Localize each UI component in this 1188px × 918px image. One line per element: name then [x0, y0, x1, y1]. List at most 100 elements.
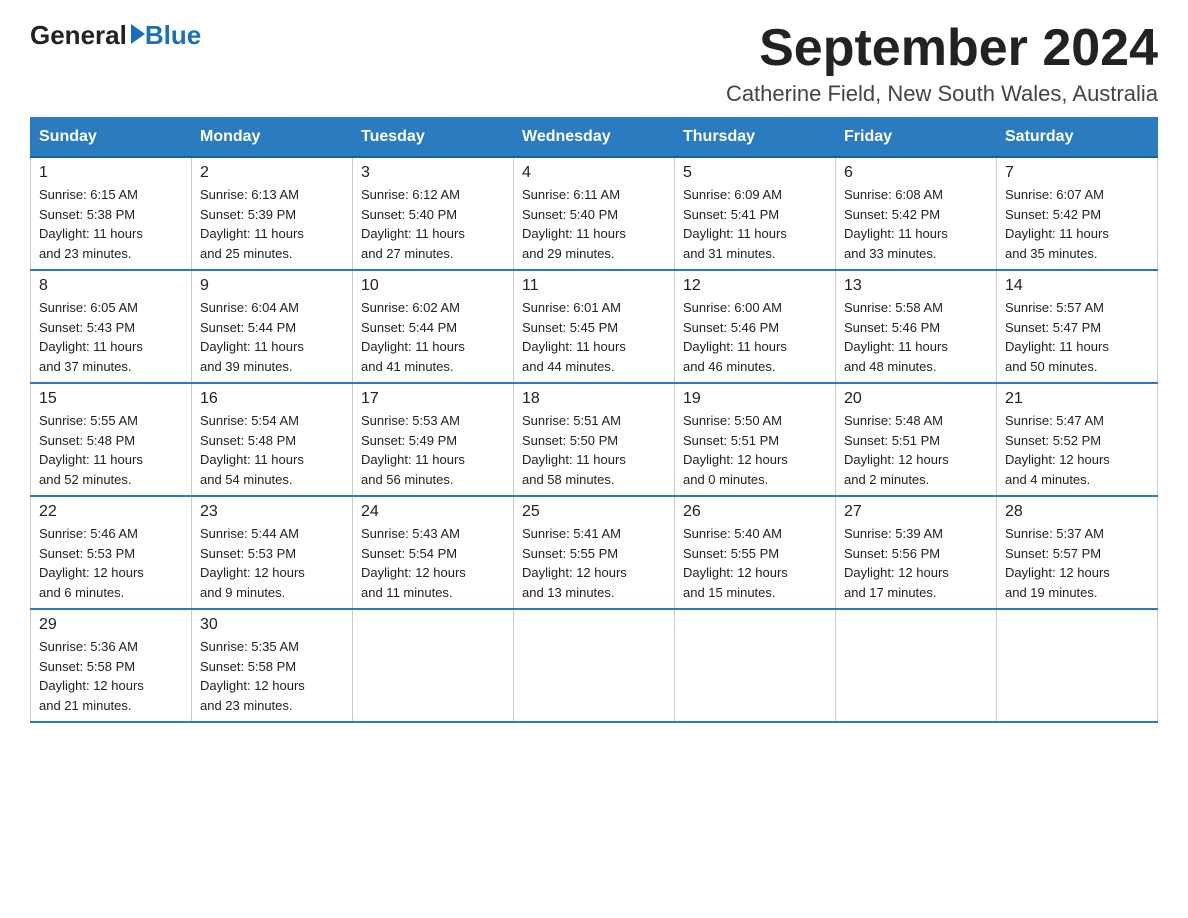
day-number: 22 [39, 503, 183, 521]
day-number: 18 [522, 390, 666, 408]
calendar-header-monday: Monday [192, 118, 353, 158]
day-number: 2 [200, 164, 344, 182]
calendar-cell: 17 Sunrise: 5:53 AMSunset: 5:49 PMDayligh… [353, 383, 514, 496]
day-info: Sunrise: 6:08 AMSunset: 5:42 PMDaylight:… [844, 185, 988, 263]
calendar-cell [675, 609, 836, 722]
calendar-cell: 13 Sunrise: 5:58 AMSunset: 5:46 PMDayligh… [836, 270, 997, 383]
location-title: Catherine Field, New South Wales, Austra… [726, 81, 1158, 107]
calendar-cell: 24Sunrise: 5:43 AMSunset: 5:54 PMDayligh… [353, 496, 514, 609]
calendar-cell: 10 Sunrise: 6:02 AMSunset: 5:44 PMDayligh… [353, 270, 514, 383]
day-info: Sunrise: 5:53 AMSunset: 5:49 PMDaylight:… [361, 411, 505, 489]
day-number: 11 [522, 277, 666, 295]
day-info: Sunrise: 6:09 AMSunset: 5:41 PMDaylight:… [683, 185, 827, 263]
calendar-header-thursday: Thursday [675, 118, 836, 158]
day-number: 29 [39, 616, 183, 634]
day-number: 16 [200, 390, 344, 408]
day-info: Sunrise: 5:37 AMSunset: 5:57 PMDaylight:… [1005, 524, 1149, 602]
day-info: Sunrise: 6:11 AMSunset: 5:40 PMDaylight:… [522, 185, 666, 263]
logo-blue-block: Blue [127, 20, 201, 51]
calendar-cell: 4 Sunrise: 6:11 AMSunset: 5:40 PMDaylight… [514, 157, 675, 270]
day-info: Sunrise: 5:48 AMSunset: 5:51 PMDaylight:… [844, 411, 988, 489]
day-info: Sunrise: 5:46 AMSunset: 5:53 PMDaylight:… [39, 524, 183, 602]
calendar-cell: 11 Sunrise: 6:01 AMSunset: 5:45 PMDayligh… [514, 270, 675, 383]
calendar-cell [836, 609, 997, 722]
day-number: 30 [200, 616, 344, 634]
logo-blue-text: Blue [145, 20, 201, 51]
day-number: 6 [844, 164, 988, 182]
day-info: Sunrise: 5:36 AMSunset: 5:58 PMDaylight:… [39, 637, 183, 715]
day-number: 1 [39, 164, 183, 182]
day-info: Sunrise: 6:05 AMSunset: 5:43 PMDaylight:… [39, 298, 183, 376]
calendar-cell: 1 Sunrise: 6:15 AMSunset: 5:38 PMDaylight… [31, 157, 192, 270]
calendar-cell: 8 Sunrise: 6:05 AMSunset: 5:43 PMDaylight… [31, 270, 192, 383]
calendar-cell: 14 Sunrise: 5:57 AMSunset: 5:47 PMDayligh… [997, 270, 1158, 383]
day-number: 15 [39, 390, 183, 408]
day-number: 14 [1005, 277, 1149, 295]
day-number: 7 [1005, 164, 1149, 182]
day-info: Sunrise: 6:00 AMSunset: 5:46 PMDaylight:… [683, 298, 827, 376]
calendar-cell: 20 Sunrise: 5:48 AMSunset: 5:51 PMDayligh… [836, 383, 997, 496]
calendar-cell: 22 Sunrise: 5:46 AMSunset: 5:53 PMDayligh… [31, 496, 192, 609]
calendar-cell: 9Sunrise: 6:04 AMSunset: 5:44 PMDaylight… [192, 270, 353, 383]
day-number: 28 [1005, 503, 1149, 521]
day-info: Sunrise: 6:01 AMSunset: 5:45 PMDaylight:… [522, 298, 666, 376]
day-number: 19 [683, 390, 827, 408]
calendar-header-saturday: Saturday [997, 118, 1158, 158]
calendar-cell: 2 Sunrise: 6:13 AMSunset: 5:39 PMDaylight… [192, 157, 353, 270]
calendar-cell: 7 Sunrise: 6:07 AMSunset: 5:42 PMDaylight… [997, 157, 1158, 270]
calendar-header-friday: Friday [836, 118, 997, 158]
calendar-table: SundayMondayTuesdayWednesdayThursdayFrid… [30, 117, 1158, 723]
title-area: September 2024 Catherine Field, New Sout… [726, 20, 1158, 107]
calendar-cell [997, 609, 1158, 722]
day-number: 3 [361, 164, 505, 182]
day-number: 17 [361, 390, 505, 408]
day-info: Sunrise: 5:58 AMSunset: 5:46 PMDaylight:… [844, 298, 988, 376]
day-info: Sunrise: 5:44 AMSunset: 5:53 PMDaylight:… [200, 524, 344, 602]
calendar-week-row: 8 Sunrise: 6:05 AMSunset: 5:43 PMDaylight… [31, 270, 1158, 383]
calendar-week-row: 15 Sunrise: 5:55 AMSunset: 5:48 PMDayligh… [31, 383, 1158, 496]
calendar-cell: 6 Sunrise: 6:08 AMSunset: 5:42 PMDaylight… [836, 157, 997, 270]
day-info: Sunrise: 5:54 AMSunset: 5:48 PMDaylight:… [200, 411, 344, 489]
day-number: 12 [683, 277, 827, 295]
calendar-cell: 5Sunrise: 6:09 AMSunset: 5:41 PMDaylight… [675, 157, 836, 270]
day-info: Sunrise: 5:40 AMSunset: 5:55 PMDaylight:… [683, 524, 827, 602]
calendar-cell: 26 Sunrise: 5:40 AMSunset: 5:55 PMDayligh… [675, 496, 836, 609]
logo-general-text: General [30, 20, 127, 51]
calendar-cell [514, 609, 675, 722]
day-info: Sunrise: 6:02 AMSunset: 5:44 PMDaylight:… [361, 298, 505, 376]
calendar-cell: 19 Sunrise: 5:50 AMSunset: 5:51 PMDayligh… [675, 383, 836, 496]
day-info: Sunrise: 6:04 AMSunset: 5:44 PMDaylight:… [200, 298, 344, 376]
calendar-cell: 27Sunrise: 5:39 AMSunset: 5:56 PMDayligh… [836, 496, 997, 609]
day-info: Sunrise: 6:07 AMSunset: 5:42 PMDaylight:… [1005, 185, 1149, 263]
day-number: 21 [1005, 390, 1149, 408]
day-info: Sunrise: 5:51 AMSunset: 5:50 PMDaylight:… [522, 411, 666, 489]
calendar-cell: 29 Sunrise: 5:36 AMSunset: 5:58 PMDayligh… [31, 609, 192, 722]
calendar-cell: 15 Sunrise: 5:55 AMSunset: 5:48 PMDayligh… [31, 383, 192, 496]
day-number: 8 [39, 277, 183, 295]
calendar-cell [353, 609, 514, 722]
calendar-cell: 28 Sunrise: 5:37 AMSunset: 5:57 PMDayligh… [997, 496, 1158, 609]
day-number: 23 [200, 503, 344, 521]
day-info: Sunrise: 6:15 AMSunset: 5:38 PMDaylight:… [39, 185, 183, 263]
day-info: Sunrise: 5:50 AMSunset: 5:51 PMDaylight:… [683, 411, 827, 489]
calendar-cell: 23 Sunrise: 5:44 AMSunset: 5:53 PMDayligh… [192, 496, 353, 609]
logo-arrow-icon [131, 24, 145, 44]
calendar-header-wednesday: Wednesday [514, 118, 675, 158]
day-number: 26 [683, 503, 827, 521]
month-year-title: September 2024 [726, 20, 1158, 77]
calendar-cell: 12 Sunrise: 6:00 AMSunset: 5:46 PMDayligh… [675, 270, 836, 383]
calendar-cell: 30Sunrise: 5:35 AMSunset: 5:58 PMDayligh… [192, 609, 353, 722]
day-info: Sunrise: 5:55 AMSunset: 5:48 PMDaylight:… [39, 411, 183, 489]
day-info: Sunrise: 5:41 AMSunset: 5:55 PMDaylight:… [522, 524, 666, 602]
day-number: 24 [361, 503, 505, 521]
day-number: 13 [844, 277, 988, 295]
logo: General Blue [30, 20, 201, 51]
day-info: Sunrise: 6:13 AMSunset: 5:39 PMDaylight:… [200, 185, 344, 263]
day-number: 25 [522, 503, 666, 521]
day-number: 4 [522, 164, 666, 182]
calendar-cell: 18 Sunrise: 5:51 AMSunset: 5:50 PMDayligh… [514, 383, 675, 496]
header: General Blue September 2024 Catherine Fi… [30, 20, 1158, 107]
day-number: 10 [361, 277, 505, 295]
day-number: 20 [844, 390, 988, 408]
day-info: Sunrise: 5:57 AMSunset: 5:47 PMDaylight:… [1005, 298, 1149, 376]
